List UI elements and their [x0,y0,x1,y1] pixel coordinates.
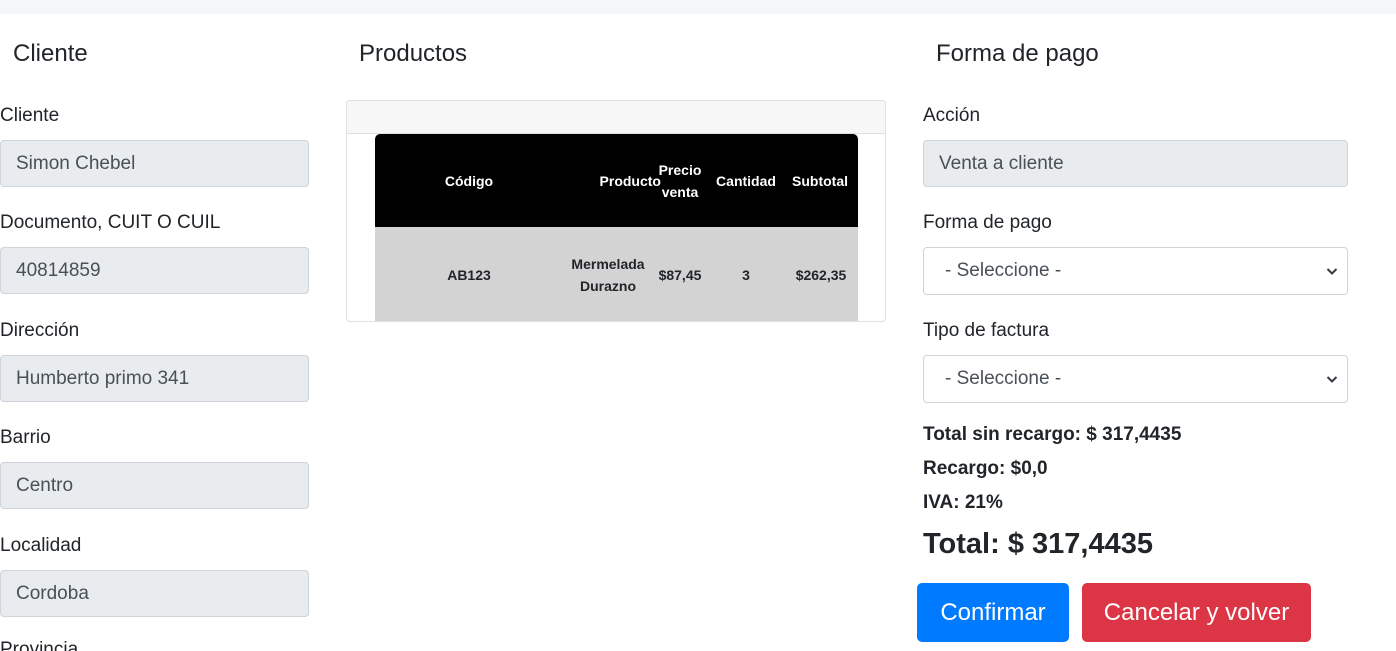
column-header-producto: Producto [599,172,661,189]
cell-codigo: AB123 [447,267,491,283]
documento-input[interactable]: 40814859 [0,247,309,294]
tipo-factura-label: Tipo de factura [923,320,1050,341]
forma-pago-label: Forma de pago [923,212,1052,233]
top-strip [0,0,1396,14]
localidad-input[interactable]: Cordoba [0,570,309,617]
cell-precio: $87,45 [658,267,702,283]
forma-pago-select[interactable]: - Seleccione - [923,247,1348,295]
cliente-label: Cliente [0,105,60,126]
cell-subtotal: $262,35 [795,267,847,283]
direccion-label: Dirección [0,320,80,341]
productos-title: Productos [359,40,468,67]
forma-pago-selected: - Seleccione - [945,260,1062,281]
table-header: Código Producto Precio venta Cantidad Su… [375,134,858,227]
pago-title: Forma de pago [936,40,1099,67]
barrio-input[interactable]: Centro [0,462,309,509]
accion-input[interactable]: Venta a cliente [923,140,1348,187]
cliente-title: Cliente [13,40,88,67]
barrio-label: Barrio [0,427,51,448]
provincia-label: Provincia [0,639,79,651]
productos-card: Código Producto Precio venta Cantidad Su… [346,100,886,322]
column-header-subtotal: Subtotal [792,172,848,189]
table-row: AB123 Mermelada Durazno $87,45 3 $262,35 [375,227,858,321]
chevron-down-icon [1326,376,1338,383]
cell-cantidad: 3 [742,267,750,283]
confirm-button[interactable]: Confirmar [917,583,1069,642]
tipo-factura-select[interactable]: - Seleccione - [923,355,1348,403]
total-sin-recargo: Total sin recargo: $ 317,4435 [923,424,1182,445]
tipo-factura-selected: - Seleccione - [945,368,1062,389]
card-header [347,101,885,134]
column-header-codigo: Código [444,172,494,189]
column-header-precio: Precio venta [658,161,702,200]
cancel-button[interactable]: Cancelar y volver [1082,583,1311,642]
chevron-down-icon [1326,268,1338,275]
direccion-input[interactable]: Humberto primo 341 [0,355,309,402]
accion-label: Acción [923,105,981,126]
iva: IVA: 21% [923,492,1003,513]
cliente-input[interactable]: Simon Chebel [0,140,309,187]
cell-producto: Mermelada Durazno [571,256,645,294]
documento-label: Documento, CUIT O CUIL [0,212,221,233]
localidad-label: Localidad [0,535,82,556]
column-header-cantidad: Cantidad [716,172,776,189]
total: Total: $ 317,4435 [923,528,1153,560]
recargo: Recargo: $0,0 [923,458,1048,479]
